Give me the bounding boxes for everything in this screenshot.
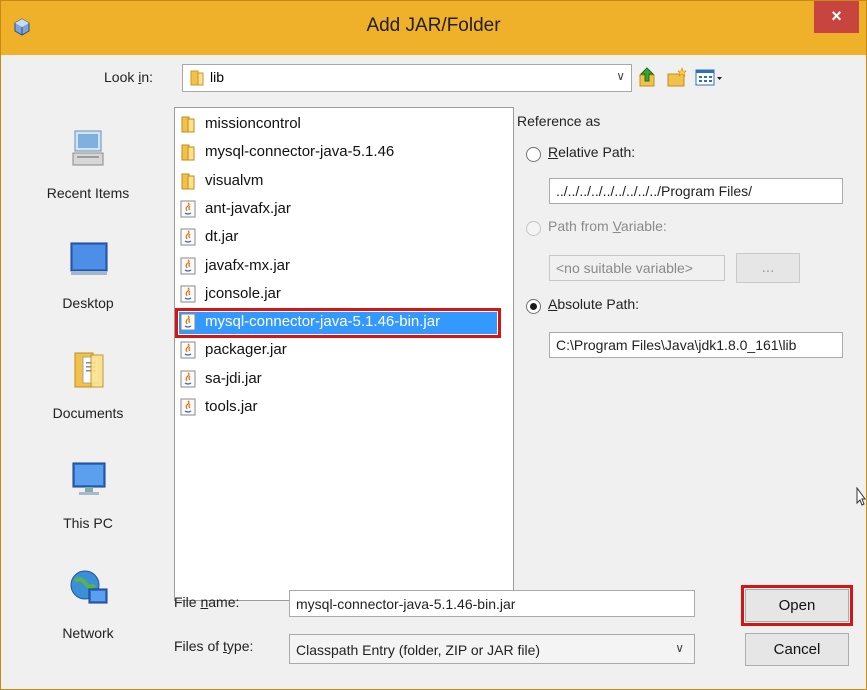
add-jar-folder-dialog: Add JAR/Folder × Look in: lib ∨ Recent I… (0, 0, 867, 690)
jar-file-icon (179, 257, 197, 275)
file-name-label: missioncontrol (205, 115, 301, 132)
place-recent-items[interactable]: Recent Items (13, 127, 163, 227)
jar-file-icon (179, 285, 197, 303)
absolute-path-field[interactable]: C:\Program Files\Java\jdk1.8.0_161\lib (549, 332, 843, 358)
path-from-variable-label: Path from Variable: (548, 218, 667, 234)
chevron-down-icon[interactable]: ∨ (675, 641, 684, 655)
absolute-path-radio[interactable] (526, 299, 541, 314)
reference-panel: Reference as Relative Path: ../../../../… (516, 107, 854, 427)
file-name-label: File name: (174, 594, 240, 610)
folder-icon (179, 172, 197, 190)
place-this-pc[interactable]: This PC (13, 457, 163, 557)
files-of-type-value: Classpath Entry (folder, ZIP or JAR file… (296, 642, 541, 658)
chevron-down-icon[interactable]: ∨ (616, 69, 625, 83)
browse-variable-button[interactable]: ... (736, 253, 800, 283)
look-in-label: Look in: (104, 69, 154, 85)
file-name-label: mysql-connector-java-5.1.46 (205, 143, 395, 161)
relative-path-label: Relative Path: (548, 144, 636, 160)
folder-icon (179, 143, 197, 161)
files-of-type-label: Files of type: (174, 638, 254, 654)
up-folder-icon[interactable] (636, 66, 660, 88)
jar-file-icon (179, 370, 197, 388)
file-name-label: jconsole.jar (205, 284, 281, 302)
radio-selected-dot (530, 303, 537, 310)
file-name-label: javafx-mx.jar (205, 256, 291, 274)
jar-file-icon (179, 341, 197, 359)
variable-combobox[interactable]: <no suitable variable> (549, 255, 725, 281)
file-list[interactable]: missioncontrol mysql-connector-java-5.1.4… (174, 107, 514, 601)
recent-items-icon (72, 130, 104, 166)
cancel-button[interactable]: Cancel (745, 633, 849, 666)
folder-icon (179, 115, 197, 133)
files-of-type-combobox[interactable]: Classpath Entry (folder, ZIP or JAR file… (289, 634, 695, 664)
look-in-value: lib (210, 69, 225, 85)
file-name-label: dt.jar (205, 228, 239, 246)
place-label: Recent Items (46, 185, 130, 201)
selected-file-highlight-box (175, 308, 501, 339)
absolute-path-label: Absolute Path: (548, 296, 640, 312)
place-documents[interactable]: Documents (13, 347, 163, 447)
path-from-variable-radio[interactable] (526, 221, 541, 236)
place-desktop[interactable]: Desktop (13, 237, 163, 337)
file-name-label: visualvm (205, 171, 264, 189)
this-pc-icon (72, 462, 106, 495)
place-label: Network (62, 625, 114, 641)
title-bar[interactable]: Add JAR/Folder × (1, 1, 866, 55)
place-label: Desktop (62, 295, 114, 311)
close-button[interactable]: × (814, 1, 859, 33)
open-highlight-box (741, 585, 853, 626)
relative-path-radio[interactable] (526, 147, 541, 162)
desktop-icon (70, 242, 108, 275)
reference-as-heading: Reference as (517, 113, 601, 129)
file-name-label: ant-javafx.jar (205, 199, 291, 217)
jar-file-icon (179, 200, 197, 218)
relative-path-field[interactable]: ../../../../../../../../../Program Files… (549, 178, 843, 204)
file-name-label: packager.jar (205, 341, 287, 359)
dialog-body: Look in: lib ∨ Recent Items Desktop Docu… (13, 55, 855, 679)
places-bar: Recent Items Desktop Documents This PC N… (13, 107, 163, 667)
new-folder-icon[interactable] (665, 66, 689, 88)
file-name-label: tools.jar (205, 398, 258, 415)
jar-file-icon (179, 228, 197, 246)
place-label: Documents (52, 405, 124, 421)
window-title: Add JAR/Folder (366, 15, 501, 36)
look-in-combobox[interactable]: lib ∨ (182, 64, 632, 92)
view-menu-icon[interactable] (694, 66, 724, 88)
network-icon (70, 570, 108, 604)
folder-icon (190, 70, 204, 86)
mouse-pointer-icon (856, 487, 866, 506)
documents-icon (74, 352, 104, 388)
place-network[interactable]: Network (13, 567, 163, 667)
file-name-label: sa-jdi.jar (205, 369, 262, 387)
place-label: This PC (63, 515, 113, 531)
jar-file-icon (179, 398, 197, 416)
file-name-input[interactable]: mysql-connector-java-5.1.46-bin.jar (289, 590, 695, 617)
